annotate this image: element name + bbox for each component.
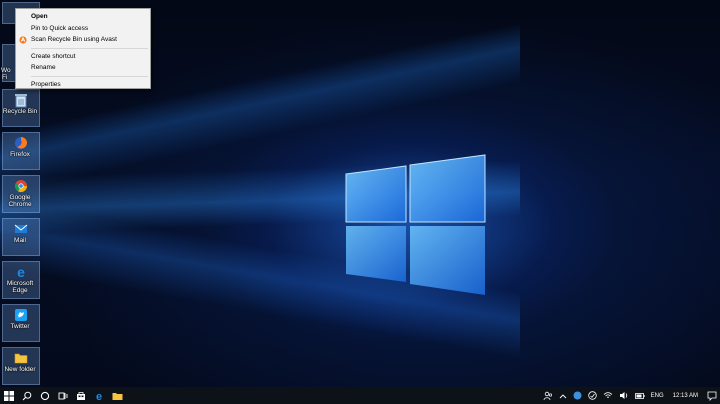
context-menu: Open Pin to Quick access Scan Recycle Bi… [15,8,151,89]
menu-item-properties[interactable]: Properties [16,79,150,91]
avast-icon [19,36,27,44]
menu-item-rename[interactable]: Rename [16,62,150,74]
system-tray: ENG 12:13 AM [540,387,720,404]
desktop-icon-recycle-bin[interactable]: Recycle Bin [2,89,40,127]
windows-logo-wallpaper [345,154,486,295]
network-button[interactable] [600,387,616,404]
desktop-icon-new-folder[interactable]: New folder [2,347,40,385]
edge-icon: e [96,391,102,401]
start-button[interactable] [0,387,18,404]
folder-icon [13,350,29,366]
menu-item-label: Properties [31,80,61,88]
menu-item-create-shortcut[interactable]: Create shortcut [16,51,150,63]
desktop-icon-label: New folder [4,366,36,373]
desktop-icon-label: Recycle Bin [2,108,38,115]
avast-tray-icon [573,391,582,400]
firefox-icon [13,135,29,151]
wifi-icon [603,392,612,398]
file-explorer-icon [112,392,122,400]
desktop-icon-label: Mail [14,237,26,244]
tray-app-1[interactable] [570,387,585,404]
cortana-icon [40,391,50,400]
notification-icon [707,391,717,401]
taskbar-edge[interactable]: e [90,387,108,404]
menu-item-open[interactable]: Open [16,11,150,23]
volume-icon [619,392,627,399]
people-button[interactable] [540,387,556,404]
taskbar-store[interactable] [72,387,90,404]
desktop-icon-label: Firefox [10,151,30,158]
desktop-icon-twitter[interactable]: Twitter [2,304,40,342]
menu-item-label: Scan Recycle Bin using Avast [31,36,117,43]
desktop-icon-label: Twitter [10,323,30,330]
edge-icon: e [13,264,29,280]
start-icon [4,390,14,401]
onedrive-icon [587,391,597,400]
language-indicator[interactable]: ENG [648,387,667,404]
chrome-icon [13,178,29,194]
desktop-icon-google-chrome[interactable]: Google Chrome [2,175,40,213]
cortana-button[interactable] [36,387,54,404]
twitter-icon [13,307,29,323]
search-button[interactable] [18,387,36,404]
desktop-icon-microsoft-edge[interactable]: e Microsoft Edge [2,261,40,299]
menu-item-label: Pin to Quick access [31,24,89,32]
svg-text:e: e [96,391,102,401]
taskbar: e ENG 12:13 AM [0,387,720,404]
chevron-up-icon [559,393,566,398]
menu-item-label: Rename [31,64,56,71]
task-view-button[interactable] [54,387,72,404]
people-icon [543,391,552,400]
menu-item-scan-avast[interactable]: Scan Recycle Bin using Avast [16,34,150,46]
desktop-icon-firefox[interactable]: Firefox [2,132,40,170]
taskbar-file-explorer[interactable] [108,387,126,404]
battery-button[interactable] [632,387,648,404]
menu-item-label: Create shortcut [31,52,76,60]
clock[interactable]: 12:13 AM [667,387,704,404]
mail-icon [13,221,29,237]
battery-icon [634,392,645,399]
desktop-icon-label: Microsoft Edge [6,280,34,294]
volume-button[interactable] [616,387,632,404]
search-icon [22,391,32,400]
desktop-icon-label: Google Chrome [8,194,32,208]
desktop-icon-mail[interactable]: Mail [2,218,40,256]
task-view-icon [58,392,68,399]
recycle-bin-icon [13,92,29,108]
store-icon [77,391,85,400]
menu-item-pin-to-quick-access[interactable]: Pin to Quick access [16,23,150,35]
action-center-button[interactable] [704,387,720,404]
tray-expand-button[interactable] [556,387,570,404]
menu-separator [31,47,148,49]
desktop[interactable]: Wo Fi Recycle Bin Firefox Google Chrome … [0,0,720,387]
menu-separator [31,75,148,77]
svg-text:e: e [17,265,25,279]
menu-item-label: Open [31,13,48,20]
tray-app-2[interactable] [585,387,600,404]
